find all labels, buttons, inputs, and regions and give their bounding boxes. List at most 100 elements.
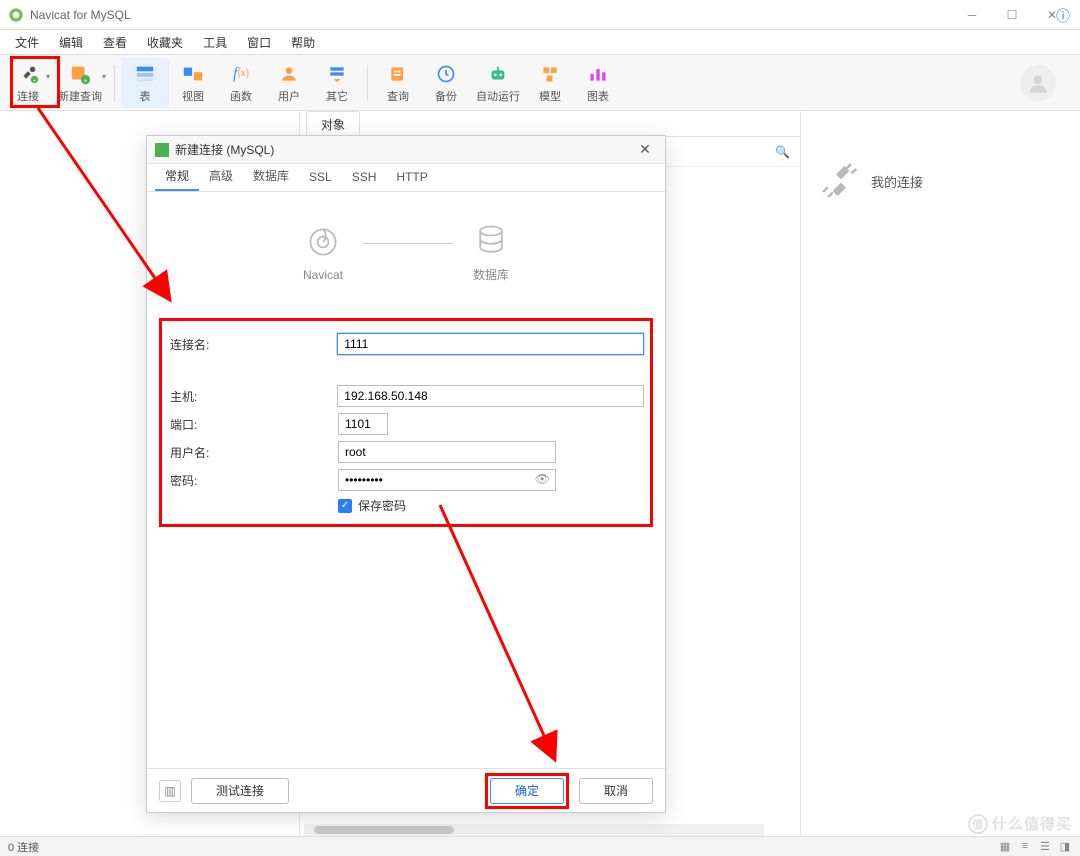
function-label: 函数 (230, 88, 252, 104)
user-button[interactable]: 用户 (265, 58, 313, 108)
table-label: 表 (140, 88, 151, 104)
navicat-icon (305, 224, 341, 260)
label-host: 主机: (168, 388, 337, 405)
annotation-highlight-ok: 确定 (485, 773, 569, 809)
new-query-icon: + (68, 62, 92, 86)
other-label: 其它 (326, 88, 348, 104)
auto-button[interactable]: 自动运行 (470, 58, 526, 108)
app-logo-icon (8, 7, 24, 23)
query-icon (386, 62, 410, 86)
chart-button[interactable]: 图表 (574, 58, 622, 108)
connect-label: 连接 (17, 88, 39, 104)
ok-button[interactable]: 确定 (490, 778, 564, 804)
input-password[interactable] (338, 469, 556, 491)
view-list-icon[interactable]: ≡ (1018, 840, 1032, 853)
chart-icon (586, 62, 610, 86)
dialog-footer: ▥ 测试连接 确定 取消 (147, 768, 665, 812)
new-query-button[interactable]: + 新建查询 ▾ (52, 58, 108, 108)
menu-edit[interactable]: 编辑 (49, 31, 93, 54)
query-button[interactable]: 查询 (374, 58, 422, 108)
checkbox-save-password[interactable]: ✓ (338, 499, 352, 513)
backup-button[interactable]: 备份 (422, 58, 470, 108)
menu-view[interactable]: 查看 (93, 31, 137, 54)
titlebar: Navicat for MySQL ─ ☐ ✕ (0, 0, 1080, 30)
watermark-text: 什么值得买 (992, 813, 1072, 834)
eye-icon[interactable]: 👁 (535, 472, 550, 486)
diagram-db-node: 数据库 (473, 222, 509, 283)
chevron-down-icon: ▾ (102, 72, 106, 81)
tab-ssl[interactable]: SSL (299, 165, 342, 191)
input-port[interactable] (338, 413, 388, 435)
view-label: 视图 (182, 88, 204, 104)
input-username[interactable] (338, 441, 556, 463)
function-button[interactable]: f(x) 函数 (217, 58, 265, 108)
user-avatar[interactable] (1020, 65, 1056, 101)
label-port: 端口: (168, 416, 338, 433)
table-icon (133, 62, 157, 86)
input-host[interactable] (337, 385, 644, 407)
cancel-button[interactable]: 取消 (579, 778, 653, 804)
person-icon (1025, 70, 1051, 96)
user-icon (277, 62, 301, 86)
view-panel-icon[interactable]: ◨ (1058, 840, 1072, 853)
right-panel: ⓘ 我的连接 (800, 111, 1080, 836)
tab-ssh[interactable]: SSH (342, 165, 387, 191)
view-detail-icon[interactable]: ☰ (1038, 840, 1052, 853)
horizontal-scrollbar[interactable] (304, 824, 764, 836)
window-title: Navicat for MySQL (30, 8, 952, 22)
connect-button[interactable]: + 连接 ▾ (4, 58, 52, 108)
tab-advanced[interactable]: 高级 (199, 162, 243, 191)
label-username: 用户名: (168, 444, 338, 461)
minimize-button[interactable]: ─ (952, 1, 992, 29)
dialog-body: Navicat 数据库 连接名: 主机: 端口: (147, 192, 665, 768)
query-label: 查询 (387, 88, 409, 104)
my-connections: 我的连接 (811, 161, 1070, 201)
row-connection-name: 连接名: (168, 333, 644, 355)
new-connection-dialog: 新建连接 (MySQL) ✕ 常规 高级 数据库 SSL SSH HTTP Na… (146, 135, 666, 813)
tab-general[interactable]: 常规 (155, 162, 199, 191)
other-button[interactable]: 其它 (313, 58, 361, 108)
user-label: 用户 (278, 88, 300, 104)
dialog-close-button[interactable]: ✕ (633, 141, 657, 158)
model-button[interactable]: 模型 (526, 58, 574, 108)
tab-http[interactable]: HTTP (386, 165, 437, 191)
diagram-navicat-node: Navicat (303, 224, 343, 282)
connection-diagram: Navicat 数据库 (157, 222, 655, 283)
row-host: 主机: (168, 385, 644, 407)
search-icon[interactable]: 🔍 (775, 145, 790, 159)
label-save-password: 保存密码 (358, 497, 406, 514)
statusbar: 0 连接 ▦ ≡ ☰ ◨ (0, 836, 1080, 856)
backup-label: 备份 (435, 88, 457, 104)
menu-window[interactable]: 窗口 (237, 31, 281, 54)
menu-help[interactable]: 帮助 (281, 31, 325, 54)
label-connection-name: 连接名: (168, 336, 337, 353)
layout-toggle-button[interactable]: ▥ (159, 780, 181, 802)
plug-icon: + (16, 62, 40, 86)
test-connection-button[interactable]: 测试连接 (191, 778, 289, 804)
tab-objects[interactable]: 对象 (306, 111, 360, 137)
menu-file[interactable]: 文件 (5, 31, 49, 54)
chart-label: 图表 (587, 88, 609, 104)
diagram-db-label: 数据库 (473, 266, 509, 283)
watermark-icon: 值 (968, 814, 988, 834)
diagram-navicat-label: Navicat (303, 268, 343, 282)
chevron-down-icon: ▾ (46, 72, 50, 81)
menu-tools[interactable]: 工具 (193, 31, 237, 54)
dialog-icon (155, 143, 169, 157)
dialog-title: 新建连接 (MySQL) (175, 141, 633, 158)
svg-text:+: + (33, 78, 36, 84)
dialog-titlebar[interactable]: 新建连接 (MySQL) ✕ (147, 136, 665, 164)
menu-fav[interactable]: 收藏夹 (137, 31, 193, 54)
table-button[interactable]: 表 (121, 58, 169, 108)
tab-database[interactable]: 数据库 (243, 162, 299, 191)
backup-icon (434, 62, 458, 86)
scrollbar-thumb[interactable] (314, 826, 454, 834)
info-icon[interactable]: ⓘ (1056, 6, 1070, 26)
input-connection-name[interactable] (337, 333, 644, 355)
divider (367, 65, 368, 101)
view-button[interactable]: 视图 (169, 58, 217, 108)
object-tabstrip: 对象 (300, 111, 800, 137)
function-icon: f(x) (229, 62, 253, 86)
maximize-button[interactable]: ☐ (992, 1, 1032, 29)
view-grid-icon[interactable]: ▦ (998, 840, 1012, 853)
